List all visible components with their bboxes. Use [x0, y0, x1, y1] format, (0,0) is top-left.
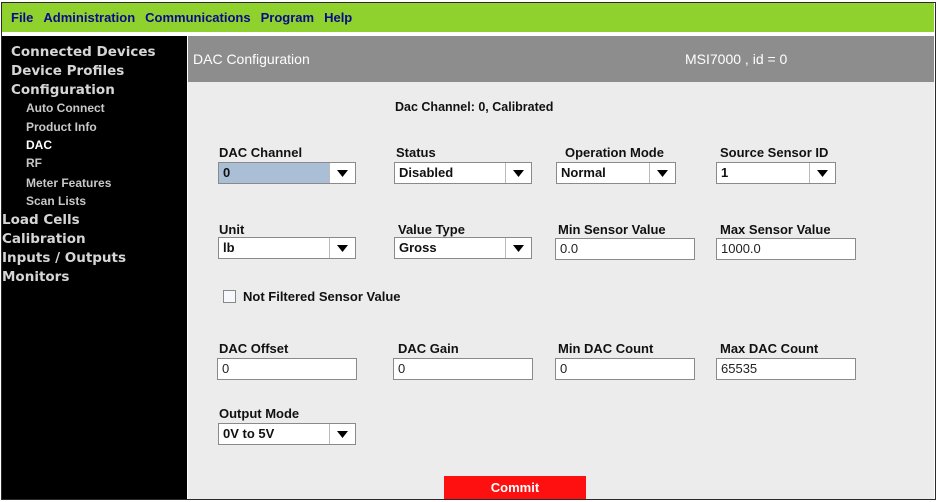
status-label: Status [396, 145, 436, 160]
sidebar-item-auto-connect[interactable]: Auto Connect [26, 101, 105, 115]
unit-select[interactable]: lb [218, 237, 356, 259]
operation-mode-label: Operation Mode [565, 145, 664, 160]
status-select[interactable]: Disabled [394, 162, 532, 184]
output-mode-select[interactable]: 0V to 5V [218, 423, 356, 445]
chevron-down-icon[interactable] [329, 424, 355, 444]
sidebar-item-product-info[interactable]: Product Info [26, 120, 97, 134]
value-type-label: Value Type [398, 222, 465, 237]
chevron-down-icon[interactable] [809, 163, 835, 183]
sidebar-item-connected-devices[interactable]: Connected Devices [11, 44, 156, 60]
operation-mode-select[interactable]: Normal [556, 162, 676, 184]
chevron-down-icon[interactable] [505, 163, 531, 183]
value-type-select[interactable]: Gross [394, 237, 532, 259]
sidebar-item-load-cells[interactable]: Load Cells [2, 212, 80, 228]
max-dac-count-label: Max DAC Count [720, 341, 819, 356]
source-sensor-id-select[interactable]: 1 [716, 162, 836, 184]
panel-header: DAC Configuration MSI7000 , id = 0 [188, 36, 934, 82]
menu-administration[interactable]: Administration [39, 10, 139, 25]
dac-channel-value: 0 [219, 163, 329, 183]
menu-help[interactable]: Help [320, 10, 356, 25]
not-filtered-label: Not Filtered Sensor Value [243, 289, 401, 304]
dac-offset-label: DAC Offset [219, 341, 289, 356]
sidebar-item-monitors[interactable]: Monitors [2, 269, 69, 285]
min-sensor-value-input[interactable]: 0.0 [555, 238, 695, 260]
sidebar-item-rf[interactable]: RF [26, 156, 42, 170]
dac-offset-input[interactable]: 0 [217, 358, 357, 380]
menu-program[interactable]: Program [257, 10, 318, 25]
source-sensor-id-value: 1 [721, 165, 729, 180]
chevron-down-icon[interactable] [649, 163, 675, 183]
unit-value: lb [223, 240, 235, 255]
sidebar-item-device-profiles[interactable]: Device Profiles [11, 63, 124, 79]
not-filtered-checkbox[interactable] [223, 290, 236, 303]
dac-channel-select[interactable]: 0 [218, 162, 356, 184]
chevron-down-icon[interactable] [505, 238, 531, 258]
device-id-label: MSI7000 , id = 0 [685, 51, 788, 67]
min-dac-count-input[interactable]: 0 [555, 358, 695, 380]
dac-channel-label: DAC Channel [219, 145, 303, 160]
sidebar-nav: Connected Devices Device Profiles Config… [2, 36, 187, 499]
page-title: DAC Configuration [193, 51, 310, 67]
status-value: Disabled [399, 165, 454, 180]
sidebar-item-configuration[interactable]: Configuration [11, 82, 115, 98]
chevron-down-icon[interactable] [329, 238, 355, 258]
channel-status-heading: Dac Channel: 0, Calibrated [395, 100, 554, 114]
value-type-value: Gross [399, 240, 437, 255]
sidebar-item-scan-lists[interactable]: Scan Lists [26, 194, 86, 208]
sidebar-item-calibration[interactable]: Calibration [2, 231, 86, 247]
max-sensor-value-label: Max Sensor Value [720, 222, 831, 237]
menu-bar: File Administration Communications Progr… [2, 3, 934, 32]
operation-mode-value: Normal [561, 165, 606, 180]
min-dac-count-label: Min DAC Count [558, 341, 654, 356]
menu-communications[interactable]: Communications [141, 10, 254, 25]
unit-label: Unit [219, 222, 245, 237]
sidebar-item-meter-features[interactable]: Meter Features [26, 176, 111, 190]
dac-gain-label: DAC Gain [398, 341, 459, 356]
commit-button[interactable]: Commit [444, 476, 586, 499]
source-sensor-id-label: Source Sensor ID [720, 145, 829, 160]
min-sensor-value-label: Min Sensor Value [558, 222, 666, 237]
output-mode-value: 0V to 5V [223, 426, 275, 441]
menu-file[interactable]: File [2, 10, 37, 25]
chevron-down-icon[interactable] [329, 163, 355, 183]
max-sensor-value-input[interactable]: 1000.0 [716, 238, 856, 260]
sidebar-item-inputs-outputs[interactable]: Inputs / Outputs [2, 250, 126, 266]
output-mode-label: Output Mode [219, 406, 300, 421]
dac-gain-input[interactable]: 0 [393, 358, 533, 380]
max-dac-count-input[interactable]: 65535 [716, 358, 856, 380]
sidebar-item-dac[interactable]: DAC [26, 138, 52, 152]
dac-config-form: Dac Channel: 0, Calibrated DAC Channel 0… [188, 82, 934, 499]
